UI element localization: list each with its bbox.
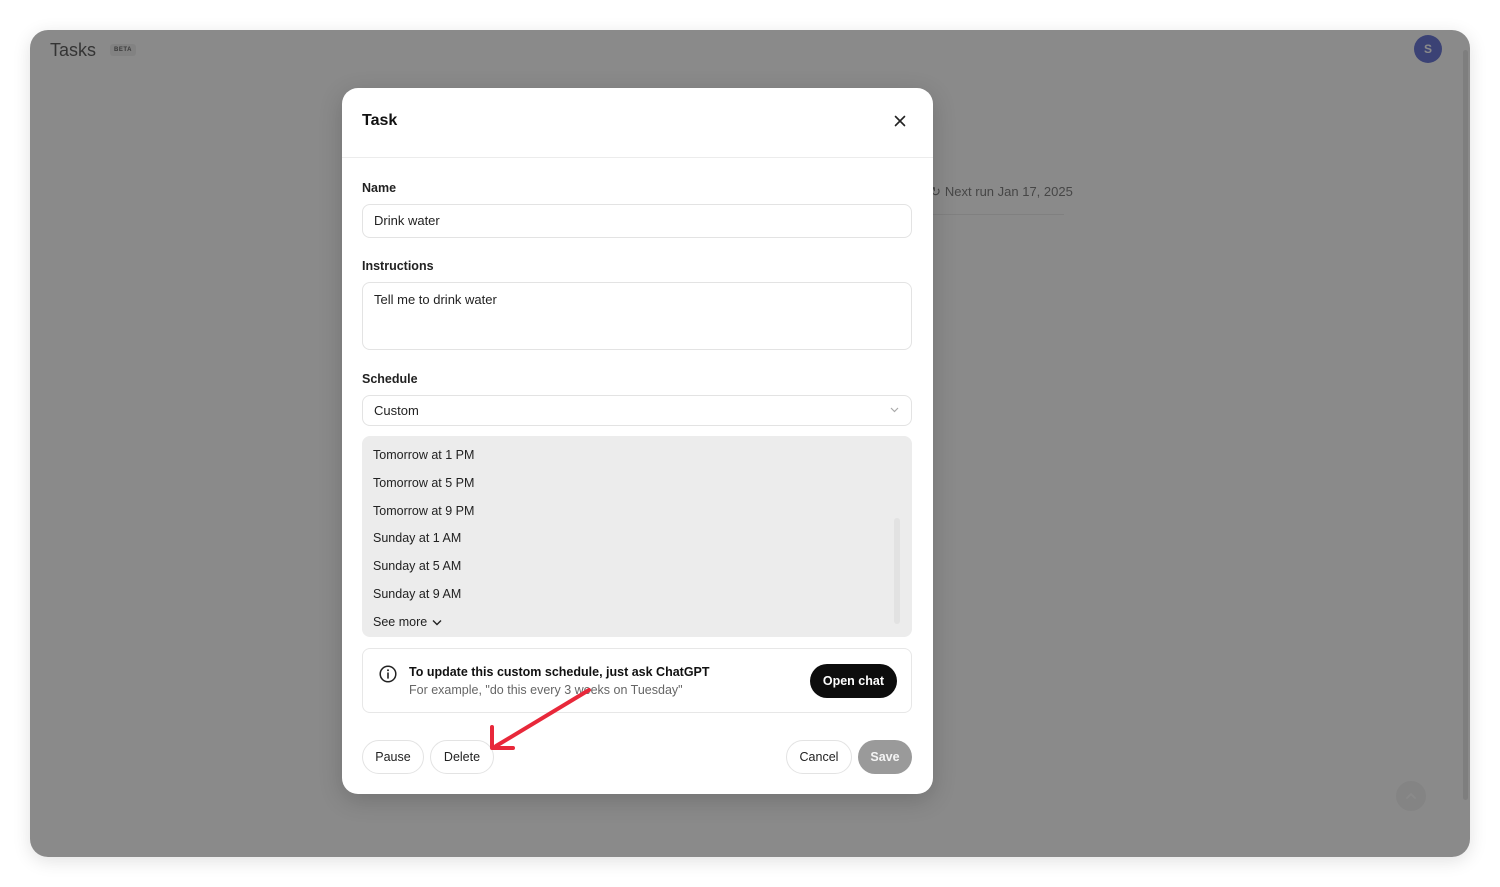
dialog-header: Task <box>342 88 933 158</box>
instructions-textarea[interactable]: Tell me to drink water <box>362 282 912 350</box>
options-scrollbar[interactable] <box>894 518 900 624</box>
schedule-label: Schedule <box>362 372 418 386</box>
cancel-button[interactable]: Cancel <box>786 740 852 774</box>
info-icon <box>379 665 397 683</box>
schedule-option[interactable]: Tomorrow at 5 PM <box>362 470 912 498</box>
custom-schedule-info: To update this custom schedule, just ask… <box>362 648 912 713</box>
schedule-options-list: Tomorrow at 1 PM Tomorrow at 5 PM Tomorr… <box>362 436 912 637</box>
close-icon <box>894 114 906 132</box>
chevron-down-icon <box>432 609 442 637</box>
delete-button[interactable]: Delete <box>430 740 494 774</box>
info-title: To update this custom schedule, just ask… <box>409 665 710 679</box>
name-input[interactable]: Drink water <box>362 204 912 238</box>
close-button[interactable] <box>889 112 911 134</box>
schedule-option[interactable]: Tomorrow at 9 PM <box>362 498 912 526</box>
info-subtitle: For example, "do this every 3 weeks on T… <box>409 683 683 697</box>
schedule-option[interactable]: Sunday at 5 AM <box>362 553 912 581</box>
name-label: Name <box>362 181 397 195</box>
schedule-selected-value: Custom <box>374 403 419 418</box>
task-dialog: Task Name Drink water Instructions Tell … <box>342 88 933 794</box>
see-more-button[interactable]: See more <box>362 609 912 637</box>
instructions-label: Instructions <box>362 259 434 273</box>
schedule-select[interactable]: Custom <box>362 395 912 426</box>
chevron-down-icon <box>890 396 899 425</box>
schedule-option[interactable]: Sunday at 9 AM <box>362 581 912 609</box>
open-chat-button[interactable]: Open chat <box>809 664 897 698</box>
schedule-option[interactable]: Tomorrow at 1 PM <box>362 442 912 470</box>
save-button[interactable]: Save <box>858 740 912 774</box>
dialog-title: Task <box>362 112 398 129</box>
pause-button[interactable]: Pause <box>362 740 424 774</box>
app-window: Tasks BETA S ↻Next run Jan 17, 2025 Task… <box>30 30 1470 857</box>
schedule-option[interactable]: Sunday at 1 AM <box>362 525 912 553</box>
see-more-label: See more <box>373 614 428 629</box>
